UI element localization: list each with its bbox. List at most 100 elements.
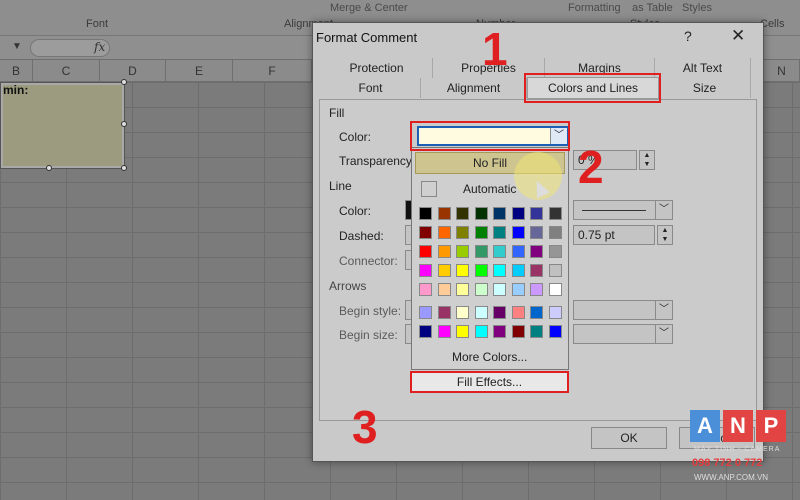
fill-color-label: Color: — [339, 130, 372, 144]
tab-alignment[interactable]: Alignment — [421, 78, 527, 98]
column-header-b[interactable]: B — [0, 60, 33, 82]
color-swatch[interactable] — [511, 207, 525, 220]
color-swatch[interactable] — [456, 283, 469, 296]
color-swatch[interactable] — [474, 325, 488, 338]
color-swatch[interactable] — [530, 325, 543, 338]
color-swatch[interactable] — [511, 306, 525, 319]
comment-box[interactable]: min: — [0, 82, 125, 169]
close-icon[interactable]: ✕ — [731, 26, 745, 46]
color-swatch[interactable] — [437, 283, 451, 296]
color-swatch[interactable] — [493, 283, 506, 296]
color-swatch[interactable] — [419, 226, 432, 239]
color-dropdown-highlight — [410, 121, 570, 151]
color-swatch[interactable] — [548, 283, 562, 296]
tab-protection[interactable]: Protection — [321, 58, 433, 78]
column-header-d[interactable]: D — [100, 60, 166, 82]
color-swatch[interactable] — [493, 226, 506, 239]
merge-center-button[interactable]: Merge & Center — [330, 2, 408, 14]
more-colors-option[interactable]: More Colors... — [452, 350, 527, 364]
color-swatch[interactable] — [474, 264, 488, 277]
color-swatch[interactable] — [437, 264, 451, 277]
color-swatch[interactable] — [456, 226, 469, 239]
color-swatch[interactable] — [511, 325, 525, 338]
color-swatch[interactable] — [474, 283, 488, 296]
color-swatch[interactable] — [493, 245, 506, 258]
resize-handle[interactable] — [121, 79, 127, 85]
color-swatch[interactable] — [530, 207, 543, 220]
color-swatch[interactable] — [511, 283, 525, 296]
color-swatch[interactable] — [493, 207, 506, 220]
format-as-table-button[interactable]: as Table — [632, 2, 673, 14]
resize-handle[interactable] — [46, 165, 52, 171]
resize-handle[interactable] — [121, 165, 127, 171]
color-swatch[interactable] — [437, 226, 451, 239]
transparency-spinner[interactable]: ▲ ▼ — [639, 150, 655, 170]
end-size-dropdown[interactable]: ﹀ — [573, 324, 673, 344]
automatic-swatch — [421, 181, 437, 197]
color-swatch[interactable] — [511, 226, 525, 239]
color-swatch[interactable] — [419, 306, 432, 319]
color-swatch[interactable] — [456, 325, 469, 338]
color-swatch[interactable] — [530, 245, 543, 258]
color-swatch[interactable] — [474, 207, 488, 220]
chevron-down-icon[interactable]: ﹀ — [655, 301, 672, 319]
logo-tagline: MÁY TÍNH - CAMERA — [694, 446, 781, 453]
color-swatch[interactable] — [493, 325, 506, 338]
fx-icon[interactable]: fx — [94, 40, 105, 54]
color-swatch[interactable] — [456, 207, 469, 220]
column-header-c[interactable]: C — [33, 60, 100, 82]
color-swatch[interactable] — [530, 306, 543, 319]
tab-alt-text[interactable]: Alt Text — [655, 58, 751, 78]
ok-button[interactable]: OK — [591, 427, 667, 449]
namebox-dropdown-icon[interactable]: ▼ — [12, 41, 22, 52]
step-1-label: 1 — [482, 23, 508, 75]
conditional-formatting-button[interactable]: Formatting — [568, 2, 621, 14]
column-header-n[interactable]: N — [764, 60, 800, 82]
begin-style-label: Begin style: — [339, 304, 402, 318]
arrows-section-title: Arrows — [329, 279, 367, 293]
tab-font[interactable]: Font — [321, 78, 421, 98]
color-swatch[interactable] — [548, 306, 562, 319]
column-header-e[interactable]: E — [166, 60, 233, 82]
weight-input[interactable]: 0.75 pt — [573, 225, 655, 245]
tab-size[interactable]: Size — [659, 78, 751, 98]
color-swatch[interactable] — [474, 245, 488, 258]
color-swatch[interactable] — [419, 283, 432, 296]
color-swatch[interactable] — [437, 207, 451, 220]
color-swatch[interactable] — [548, 207, 562, 220]
color-swatch[interactable] — [493, 306, 506, 319]
color-swatch[interactable] — [530, 226, 543, 239]
line-style-dropdown[interactable]: ﹀ — [573, 200, 673, 220]
color-swatch[interactable] — [511, 264, 525, 277]
color-swatch[interactable] — [419, 207, 432, 220]
color-swatch[interactable] — [474, 306, 488, 319]
color-swatch[interactable] — [474, 226, 488, 239]
automatic-label: Automatic — [463, 182, 517, 196]
color-swatch[interactable] — [419, 325, 432, 338]
chevron-down-icon[interactable]: ﹀ — [655, 201, 672, 219]
color-swatch[interactable] — [456, 264, 469, 277]
color-swatch[interactable] — [456, 245, 469, 258]
help-icon[interactable]: ? — [684, 28, 692, 44]
color-swatch[interactable] — [530, 264, 543, 277]
color-swatch[interactable] — [548, 264, 562, 277]
color-swatch[interactable] — [456, 306, 469, 319]
color-swatch[interactable] — [511, 245, 525, 258]
color-swatch[interactable] — [437, 325, 451, 338]
color-swatch[interactable] — [548, 226, 562, 239]
resize-handle[interactable] — [121, 121, 127, 127]
end-style-dropdown[interactable]: ﹀ — [573, 300, 673, 320]
color-swatch[interactable] — [548, 245, 562, 258]
column-header-f[interactable]: F — [233, 60, 312, 82]
color-swatch[interactable] — [548, 325, 562, 338]
cell-styles-button[interactable]: Styles — [682, 2, 712, 14]
color-swatch[interactable] — [437, 245, 451, 258]
weight-spinner[interactable]: ▲ ▼ — [657, 225, 673, 245]
color-swatch[interactable] — [419, 264, 432, 277]
color-swatch[interactable] — [419, 245, 432, 258]
chevron-down-icon[interactable]: ﹀ — [655, 325, 672, 343]
color-swatch[interactable] — [530, 283, 543, 296]
color-swatch[interactable] — [493, 264, 506, 277]
color-swatch[interactable] — [437, 306, 451, 319]
fill-effects-option[interactable]: Fill Effects... — [410, 371, 569, 393]
